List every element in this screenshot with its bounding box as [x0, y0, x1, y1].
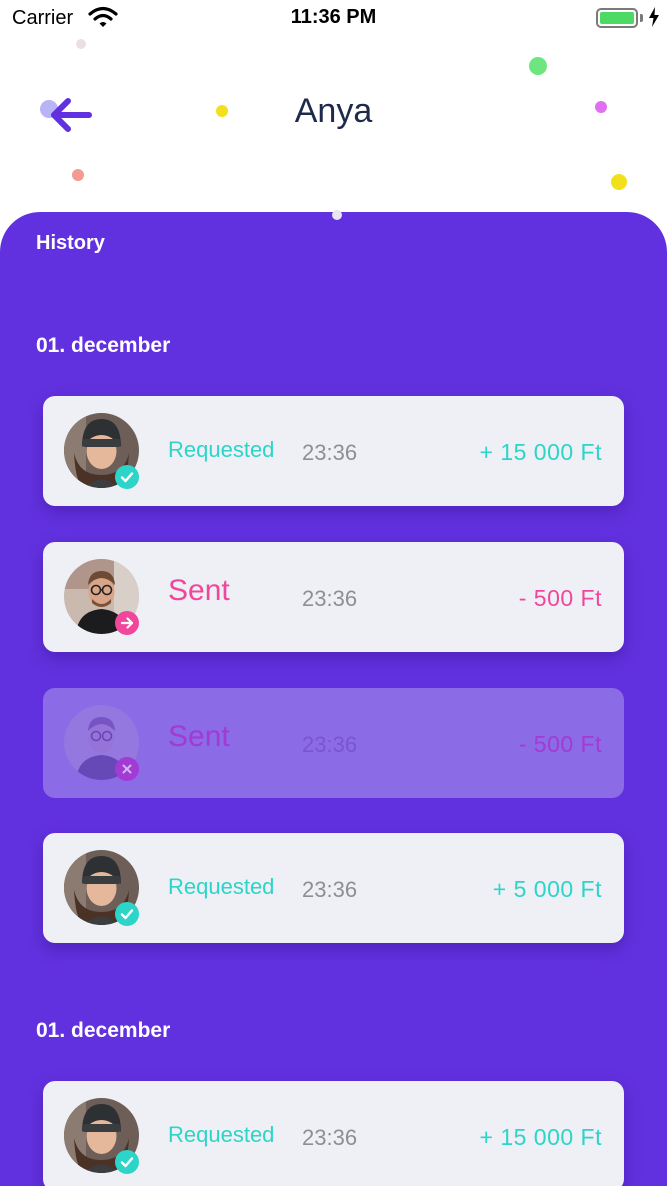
transaction-time: 23:36	[302, 586, 358, 611]
confetti-dot	[529, 57, 547, 75]
check-icon	[115, 465, 139, 489]
transaction-card[interactable]: Sent 23:36 - 500 Ft	[43, 542, 624, 652]
battery-cap	[640, 14, 643, 22]
transaction-status: Sent	[168, 720, 230, 753]
transaction-card-cancelled[interactable]: Sent 23:36 - 500 Ft	[43, 688, 624, 798]
history-heading: History	[36, 232, 105, 254]
transaction-time: 23:36	[302, 1125, 358, 1150]
confetti-dot	[611, 174, 627, 190]
confetti-dot	[72, 169, 84, 181]
transaction-time: 23:36	[302, 732, 358, 757]
transaction-amount: - 500 Ft	[518, 585, 602, 611]
transaction-card[interactable]: Requested 23:36 + 15 000 Ft	[43, 396, 624, 506]
confetti-dot	[332, 210, 342, 220]
date-heading: 01. december	[36, 334, 171, 357]
status-bar: Carrier 11:36 PM	[0, 0, 667, 40]
transaction-card[interactable]: Requested 23:36 + 15 000 Ft	[43, 1081, 624, 1186]
transaction-status: Requested	[168, 874, 275, 899]
transaction-amount: - 500 Ft	[518, 731, 602, 757]
check-icon	[115, 902, 139, 926]
date-heading: 01. december	[36, 1019, 171, 1042]
check-icon	[115, 1150, 139, 1174]
transaction-card[interactable]: Requested 23:36 + 5 000 Ft	[43, 833, 624, 943]
transaction-amount: + 15 000 Ft	[479, 1124, 602, 1150]
transaction-amount: + 5 000 Ft	[492, 876, 602, 902]
page-title: Anya	[294, 92, 373, 130]
status-time: 11:36 PM	[290, 6, 377, 28]
transaction-status: Requested	[168, 1122, 275, 1147]
transaction-time: 23:36	[302, 877, 358, 902]
battery-icon	[596, 8, 638, 28]
transaction-time: 23:36	[302, 440, 358, 465]
arrow-right-icon	[115, 611, 139, 635]
cross-icon	[115, 757, 139, 781]
charging-bolt-icon	[649, 7, 659, 27]
transaction-status: Requested	[168, 437, 275, 462]
transaction-status: Sent	[168, 574, 230, 607]
confetti-dot	[76, 39, 86, 49]
transaction-amount: + 15 000 Ft	[479, 439, 602, 465]
